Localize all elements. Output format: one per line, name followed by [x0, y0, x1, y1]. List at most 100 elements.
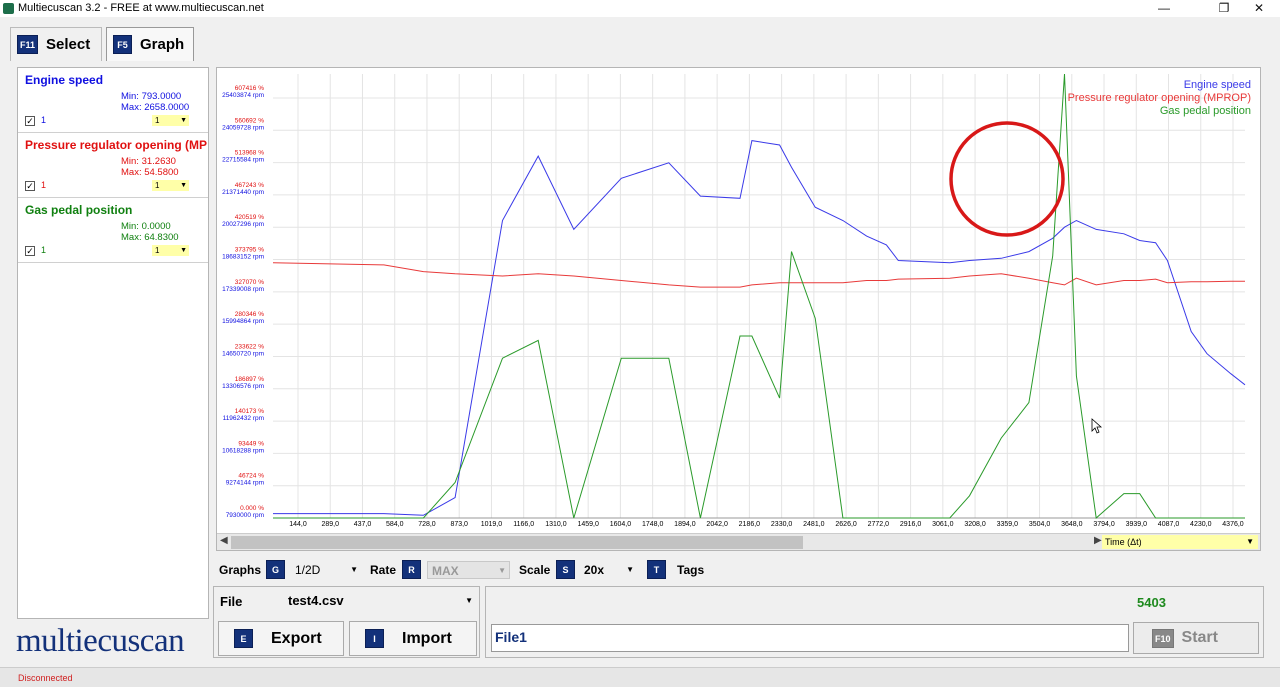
- chevron-down-icon: ▼: [1246, 537, 1254, 546]
- y-tick-label: 93449 %: [238, 440, 264, 447]
- y-tick-label: 467243 %: [235, 182, 264, 189]
- horizontal-scrollbar[interactable]: ◀ ▶ Time (Δt) ▼: [217, 533, 1260, 550]
- graphs-select[interactable]: 1/2D ▼: [291, 561, 361, 579]
- import-button[interactable]: I Import: [349, 621, 477, 656]
- signal-number: 1: [41, 180, 47, 190]
- series-line: [273, 140, 1246, 516]
- series-line: [272, 262, 1245, 288]
- x-tick-label: 4230,0: [1190, 521, 1212, 528]
- signal-item[interactable]: Gas pedal position Min: 0.0000 Max: 64.8…: [18, 198, 208, 263]
- tab-select[interactable]: F11 Select: [10, 27, 102, 61]
- y-tick-label: 17339008 rpm: [222, 286, 264, 293]
- sample-counter: 5403: [1137, 595, 1166, 610]
- y-tick-label: 420519 %: [235, 214, 264, 221]
- y-tick-label: 140173 %: [235, 408, 264, 415]
- r-key-icon: R: [402, 560, 421, 579]
- signal-item[interactable]: Engine speed Min: 793.0000 Max: 2658.000…: [18, 68, 208, 133]
- x-tick-label: 3208,0: [964, 521, 986, 528]
- line-chart[interactable]: 607416 %25403874 rpm 560692 %24059728 rpm…: [217, 68, 1260, 534]
- scale-label: Scale: [519, 563, 551, 577]
- export-button[interactable]: E Export: [218, 621, 344, 656]
- signal-name: Gas pedal position: [25, 203, 133, 217]
- signal-max: Max: 64.8300: [121, 232, 179, 243]
- x-tick-label: 1748,0: [642, 521, 664, 528]
- x-tick-label: 2186,0: [739, 521, 761, 528]
- tags-button[interactable]: Tags: [677, 560, 704, 580]
- y-tick-label: 25403874 rpm: [222, 92, 264, 99]
- y-tick-label: 46724 %: [238, 473, 264, 480]
- chevron-down-icon: ▼: [180, 247, 187, 254]
- rate-label: Rate: [370, 563, 397, 577]
- connection-status: Disconnected: [18, 673, 73, 683]
- chart-series: [272, 73, 1246, 519]
- legend-entry: Gas pedal position: [1160, 105, 1251, 117]
- x-axis-ticks: 144,0 289,0 437,0 584,0 728,0 873,0 1019,0 1166…: [289, 521, 1244, 528]
- signal-axis-select[interactable]: 1 ▼: [152, 115, 189, 126]
- signal-max: Max: 2658.0000: [121, 102, 190, 113]
- recording-panel: 5403 File1 F10 Start: [485, 586, 1264, 658]
- x-tick-label: 4087,0: [1158, 521, 1180, 528]
- signal-axis-value: 1: [155, 246, 160, 255]
- y-tick-label: 186897 %: [235, 376, 264, 383]
- signal-item[interactable]: Pressure regulator opening (MP Min: 31.2…: [18, 133, 208, 198]
- x-tick-label: 4376,0: [1222, 521, 1244, 528]
- signal-min: Min: 793.0000: [121, 91, 182, 102]
- signal-checkbox[interactable]: ✓: [25, 181, 35, 191]
- scale-select[interactable]: 20x ▼: [580, 561, 637, 579]
- s-key-icon: S: [556, 560, 575, 579]
- x-axis-select[interactable]: Time (Δt) ▼: [1102, 535, 1258, 549]
- chevron-down-icon: ▼: [180, 117, 187, 124]
- x-tick-label: 1166,0: [513, 521, 534, 528]
- legend-entry: Engine speed: [1184, 79, 1251, 91]
- graphs-value: 1/2D: [295, 563, 321, 577]
- chevron-down-icon: ▼: [350, 565, 358, 574]
- legend-entry: Pressure regulator opening (MPROP): [1068, 92, 1251, 104]
- f10-key-icon: F10: [1152, 628, 1174, 648]
- x-tick-label: 873,0: [450, 521, 468, 528]
- x-tick-label: 3061,0: [932, 521, 954, 528]
- signal-name: Pressure regulator opening (MP: [25, 138, 208, 152]
- series-line: [273, 73, 1245, 519]
- y-tick-label: 14650720 rpm: [222, 350, 264, 357]
- multiecuscan-logo: multiecuscan: [16, 623, 185, 659]
- signal-axis-select[interactable]: 1 ▼: [152, 245, 189, 256]
- export-label: Export: [271, 629, 322, 647]
- x-tick-label: 437,0: [354, 521, 372, 528]
- graph-panel[interactable]: 607416 % 25403874 rpm 560692 % 24059728 rpm…: [216, 67, 1261, 551]
- graphs-control: Graphs: [219, 560, 261, 580]
- signal-list: Engine speed Min: 793.0000 Max: 2658.000…: [17, 67, 209, 619]
- y-tick-label: 9274144 rpm: [226, 480, 264, 487]
- chart-legend: Engine speedPressure regulator opening (…: [1068, 79, 1251, 117]
- scale-value: 20x: [584, 563, 605, 577]
- scroll-left-icon[interactable]: ◀: [220, 535, 228, 546]
- scrollbar-thumb[interactable]: [231, 536, 803, 549]
- minimize-button[interactable]: —: [1141, 0, 1187, 17]
- tab-graph[interactable]: F5 Graph: [106, 27, 194, 61]
- signal-checkbox[interactable]: ✓: [25, 246, 35, 256]
- chevron-down-icon: ▼: [180, 182, 187, 189]
- signal-number: 1: [41, 115, 47, 125]
- rate-select[interactable]: MAX ▼: [427, 561, 510, 579]
- file-name-field[interactable]: File1: [491, 624, 1129, 652]
- y-tick-label: 24059728 rpm: [222, 124, 264, 131]
- close-button[interactable]: ✕: [1236, 0, 1280, 17]
- y-tick-label: 280346 %: [235, 311, 264, 318]
- start-button[interactable]: F10 Start: [1133, 622, 1259, 654]
- f5-key-icon: F5: [113, 35, 132, 54]
- signal-min: Min: 0.0000: [121, 221, 171, 232]
- x-tick-label: 144,0: [289, 521, 307, 528]
- x-tick-label: 728,0: [418, 521, 436, 528]
- x-axis-value: Time (Δt): [1105, 537, 1142, 547]
- y-tick-label: 560692 %: [235, 117, 264, 124]
- y-tick-label: 327070 %: [235, 279, 264, 286]
- rate-control: Rate: [370, 560, 396, 580]
- y-tick-label: 0.000 %: [240, 505, 264, 512]
- signal-axis-select[interactable]: 1 ▼: [152, 180, 189, 191]
- file-label: File: [220, 594, 243, 609]
- t-key-icon: T: [647, 560, 666, 579]
- file-select[interactable]: test4.csv ▼: [284, 592, 476, 610]
- signal-checkbox[interactable]: ✓: [25, 116, 35, 126]
- scroll-right-icon[interactable]: ▶: [1094, 535, 1102, 546]
- g-key-icon: G: [266, 560, 285, 579]
- y-tick-label: 10618288 rpm: [222, 447, 264, 454]
